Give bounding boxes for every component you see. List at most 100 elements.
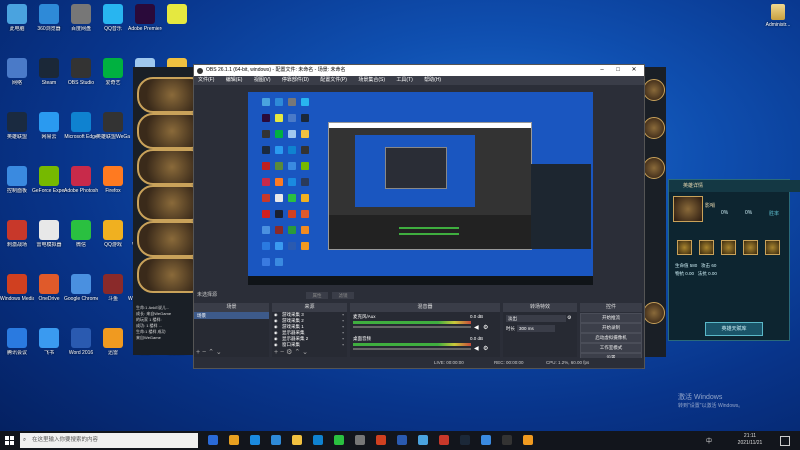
- champion-orb[interactable]: [643, 79, 665, 101]
- desktop-icon[interactable]: 网络: [0, 58, 34, 86]
- taskbar-app-icon[interactable]: [313, 435, 323, 445]
- speaker-icon[interactable]: ◀: [474, 324, 480, 331]
- desktop-icon[interactable]: Steam: [32, 58, 66, 86]
- desktop-icon[interactable]: Adobe Premiere: [128, 4, 162, 32]
- speaker-icon[interactable]: ◀: [474, 345, 480, 352]
- rune-icon[interactable]: [765, 240, 780, 255]
- source-settings-icon[interactable]: ⚙: [286, 349, 292, 356]
- desktop-icon[interactable]: QQ音乐: [96, 4, 130, 32]
- champion-orb[interactable]: [643, 117, 665, 139]
- mixer-track-2-fader[interactable]: [353, 348, 471, 350]
- menu-tools[interactable]: 工具(T): [396, 77, 412, 83]
- desktop-icon[interactable]: QQ游戏: [96, 220, 130, 248]
- lock-icon[interactable]: ▫: [342, 342, 344, 348]
- obs-preview[interactable]: [248, 92, 593, 285]
- gear-icon[interactable]: ⚙: [483, 345, 489, 352]
- menu-file[interactable]: 文件(F): [198, 77, 214, 83]
- desktop-icon[interactable]: 此电脑: [0, 4, 34, 32]
- desktop-icon[interactable]: 控制面板: [0, 166, 34, 194]
- desktop-icon[interactable]: 微信: [64, 220, 98, 248]
- scene-up-icon[interactable]: ⌃: [208, 349, 214, 356]
- taskbar-app-icon[interactable]: [334, 435, 344, 445]
- rune-icon[interactable]: [677, 240, 692, 255]
- rune-icon[interactable]: [699, 240, 714, 255]
- menu-profile[interactable]: 配置文件(P): [320, 77, 347, 83]
- filters-button[interactable]: 滤镜: [332, 292, 354, 299]
- champion-orb[interactable]: [643, 302, 665, 324]
- menu-help[interactable]: 帮助(H): [424, 77, 441, 83]
- taskbar-app-icon[interactable]: [355, 435, 365, 445]
- taskbar-app-icon[interactable]: [397, 435, 407, 445]
- menu-docks[interactable]: 停靠部件(D): [282, 77, 309, 83]
- language-indicator[interactable]: 中: [706, 436, 712, 445]
- desktop-icon[interactable]: 爱奇艺: [96, 58, 130, 86]
- taskbar-app-icon[interactable]: [376, 435, 386, 445]
- taskbar-app-icon[interactable]: [292, 435, 302, 445]
- start-recording-button[interactable]: 开始录制: [580, 323, 642, 333]
- desktop-icon[interactable]: 腾讯会议: [0, 328, 34, 356]
- desktop-icon[interactable]: 飞书: [32, 328, 66, 356]
- desktop-icon[interactable]: OneDrive: [32, 274, 66, 302]
- desktop-icon[interactable]: 英雄联盟: [0, 112, 34, 140]
- desktop-icon[interactable]: 迅雷: [96, 328, 130, 356]
- mixer-track-1-fader[interactable]: [353, 326, 471, 328]
- hero-store-button[interactable]: 英雄天赋库: [705, 322, 763, 336]
- desktop-icon[interactable]: Google Chrome: [64, 274, 98, 302]
- source-up-icon[interactable]: ⌃: [294, 349, 300, 356]
- transition-type-select[interactable]: 淡出: [506, 315, 566, 322]
- champion-orb[interactable]: [643, 157, 665, 179]
- desktop-icon[interactable]: Word 2016: [64, 328, 98, 356]
- desktop-icon[interactable]: Windows Media: [0, 274, 34, 302]
- desktop-icon[interactable]: 刺激战场: [0, 220, 34, 248]
- taskbar-app-icon[interactable]: [439, 435, 449, 445]
- maximize-icon[interactable]: □: [610, 65, 626, 76]
- desktop-icon[interactable]: 英雄联盟WeGame版: [96, 112, 130, 140]
- desktop-icon[interactable]: 雷电模拟器: [32, 220, 66, 248]
- taskbar-app-icon[interactable]: [208, 435, 218, 445]
- transition-settings-icon[interactable]: ⚙: [567, 315, 571, 321]
- taskbar-app-icon[interactable]: [271, 435, 281, 445]
- desktop-icon[interactable]: 360浏览器: [32, 4, 66, 32]
- remove-scene-icon[interactable]: −: [202, 349, 206, 356]
- clock[interactable]: 21:11 2021/11/21: [730, 433, 770, 447]
- desktop-icon[interactable]: 百度网盘: [64, 4, 98, 32]
- taskbar-app-icon[interactable]: [523, 435, 533, 445]
- studio-mode-button[interactable]: 工作室模式: [580, 343, 642, 353]
- desktop-icon[interactable]: Microsoft Edge: [64, 112, 98, 140]
- remove-source-icon[interactable]: −: [280, 349, 284, 356]
- menu-edit[interactable]: 编辑(E): [226, 77, 243, 83]
- desktop-icon[interactable]: 斗鱼: [96, 274, 130, 302]
- scene-down-icon[interactable]: ⌄: [216, 349, 222, 356]
- desktop-icon[interactable]: Firefox: [96, 166, 130, 194]
- desktop-icon[interactable]: Adobe Photoshop: [64, 166, 98, 194]
- gear-icon[interactable]: ⚙: [483, 324, 489, 331]
- add-scene-icon[interactable]: +: [196, 349, 200, 356]
- rune-icon[interactable]: [743, 240, 758, 255]
- taskbar-app-icon[interactable]: [460, 435, 470, 445]
- add-source-icon[interactable]: +: [274, 349, 278, 356]
- menu-view[interactable]: 视图(V): [254, 77, 271, 83]
- notification-icon[interactable]: [780, 436, 790, 446]
- taskbar-app-icon[interactable]: [418, 435, 428, 445]
- menu-scene-collection[interactable]: 场景集合(S): [358, 77, 385, 83]
- close-icon[interactable]: ✕: [626, 65, 642, 76]
- desktop-icon[interactable]: OBS Studio: [64, 58, 98, 86]
- properties-button[interactable]: 属性: [306, 292, 328, 299]
- desktop-icon[interactable]: 网易云: [32, 112, 66, 140]
- source-down-icon[interactable]: ⌄: [302, 349, 308, 356]
- desktop-icon[interactable]: GeForce Experience: [32, 166, 66, 194]
- taskbar-app-icon[interactable]: [229, 435, 239, 445]
- transition-duration-input[interactable]: 300 ms: [517, 325, 555, 332]
- scene-item[interactable]: 场景: [194, 312, 269, 319]
- start-streaming-button[interactable]: 开始推流: [580, 313, 642, 323]
- taskbar-app-icon[interactable]: [481, 435, 491, 445]
- taskbar-app-icon[interactable]: [250, 435, 260, 445]
- taskbar-search-box[interactable]: ⌕ 在这里输入你要搜索的内容: [20, 433, 198, 448]
- taskbar-app-icon[interactable]: [502, 435, 512, 445]
- rune-icon[interactable]: [721, 240, 736, 255]
- start-virtual-camera-button[interactable]: 启动虚拟摄像机: [580, 333, 642, 343]
- start-icon[interactable]: [5, 436, 14, 445]
- desktop-icon[interactable]: [160, 4, 194, 26]
- minimize-icon[interactable]: –: [594, 65, 610, 76]
- desktop-icon-administrator[interactable]: Administr...: [760, 4, 796, 28]
